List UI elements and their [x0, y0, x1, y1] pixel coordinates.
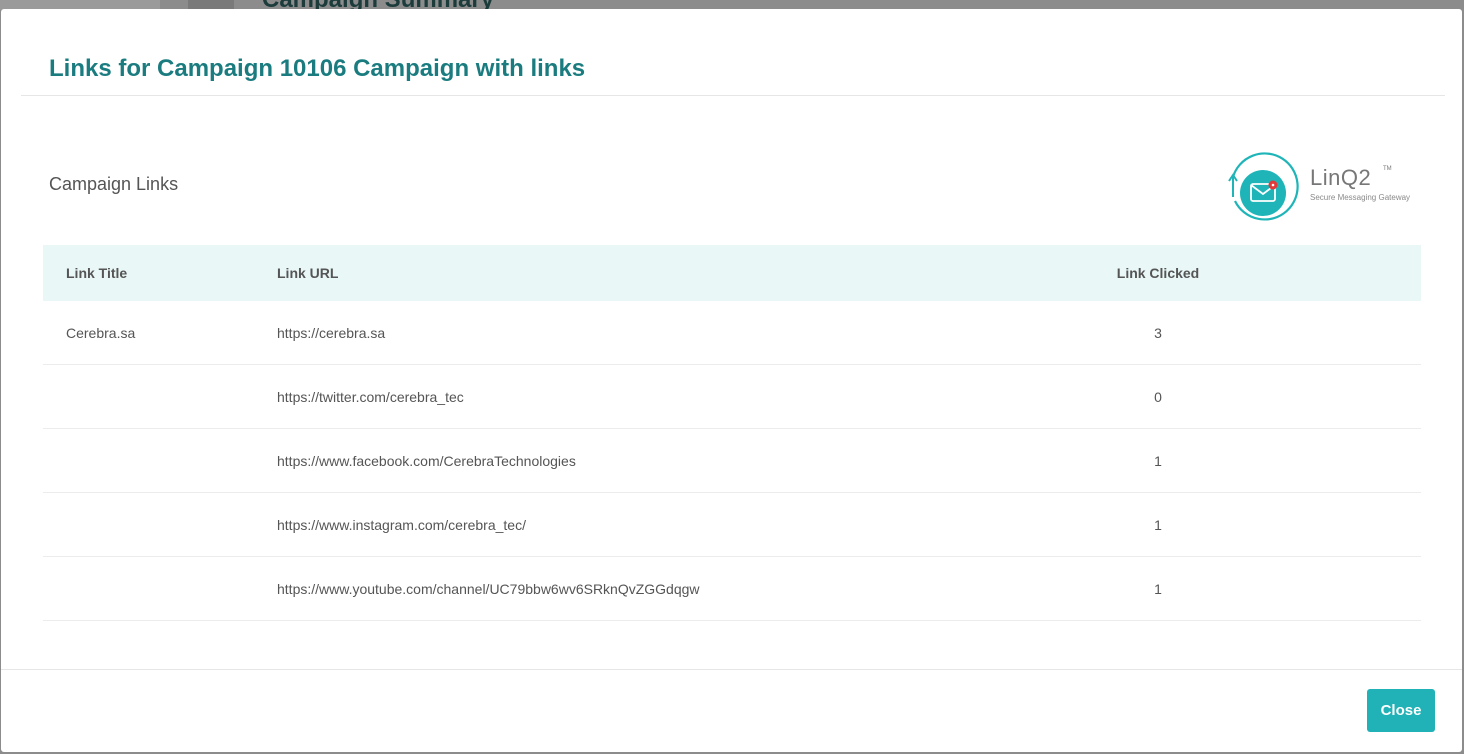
- table-row: Cerebra.sa https://cerebra.sa 3: [43, 301, 1421, 365]
- logo-tagline: Secure Messaging Gateway: [1310, 193, 1411, 202]
- link-clicked-cell: 1: [1154, 452, 1162, 469]
- link-url-cell: https://www.youtube.com/channel/UC79bbw6…: [277, 580, 700, 597]
- logo-trademark: TM: [1383, 166, 1392, 172]
- link-clicked-cell: 3: [1154, 324, 1162, 341]
- section-title: Campaign Links: [49, 174, 179, 194]
- modal-title: Links for Campaign 10106 Campaign with l…: [49, 55, 586, 82]
- link-title-cell: Cerebra.sa: [66, 324, 136, 341]
- link-clicked-cell: 1: [1154, 580, 1162, 597]
- link-clicked-cell: 0: [1154, 388, 1162, 405]
- link-url-cell: https://www.facebook.com/CerebraTechnolo…: [277, 452, 576, 469]
- column-header-link-title: Link Title: [66, 265, 128, 281]
- modal-header: Links for Campaign 10106 Campaign with l…: [21, 9, 1445, 96]
- campaign-links-table: Link Title Link URL Link Clicked Cerebra…: [43, 245, 1421, 621]
- table-row: https://www.youtube.com/channel/UC79bbw6…: [43, 557, 1421, 621]
- column-header-link-url: Link URL: [277, 265, 339, 281]
- link-url-cell: https://cerebra.sa: [277, 324, 386, 341]
- close-button[interactable]: Close: [1367, 689, 1435, 732]
- link-url-cell: https://www.instagram.com/cerebra_tec/: [277, 516, 526, 533]
- table-header: Link Title Link URL Link Clicked: [43, 245, 1421, 301]
- envelope-notification-icon: [1228, 152, 1299, 221]
- column-header-link-clicked: Link Clicked: [1116, 265, 1200, 281]
- links-modal: Links for Campaign 10106 Campaign with l…: [1, 9, 1462, 752]
- table-row: https://www.instagram.com/cerebra_tec/ 1: [43, 493, 1421, 557]
- modal-footer: Close: [1, 669, 1462, 752]
- link-clicked-cell: 1: [1154, 516, 1162, 533]
- link-url-cell: https://twitter.com/cerebra_tec: [277, 388, 464, 405]
- logo-name: LinQ2: [1310, 165, 1372, 190]
- table-row: https://twitter.com/cerebra_tec 0: [43, 365, 1421, 429]
- table-row: https://www.facebook.com/CerebraTechnolo…: [43, 429, 1421, 493]
- linq2-logo: LinQ2 TM Secure Messaging Gateway: [1223, 151, 1423, 221]
